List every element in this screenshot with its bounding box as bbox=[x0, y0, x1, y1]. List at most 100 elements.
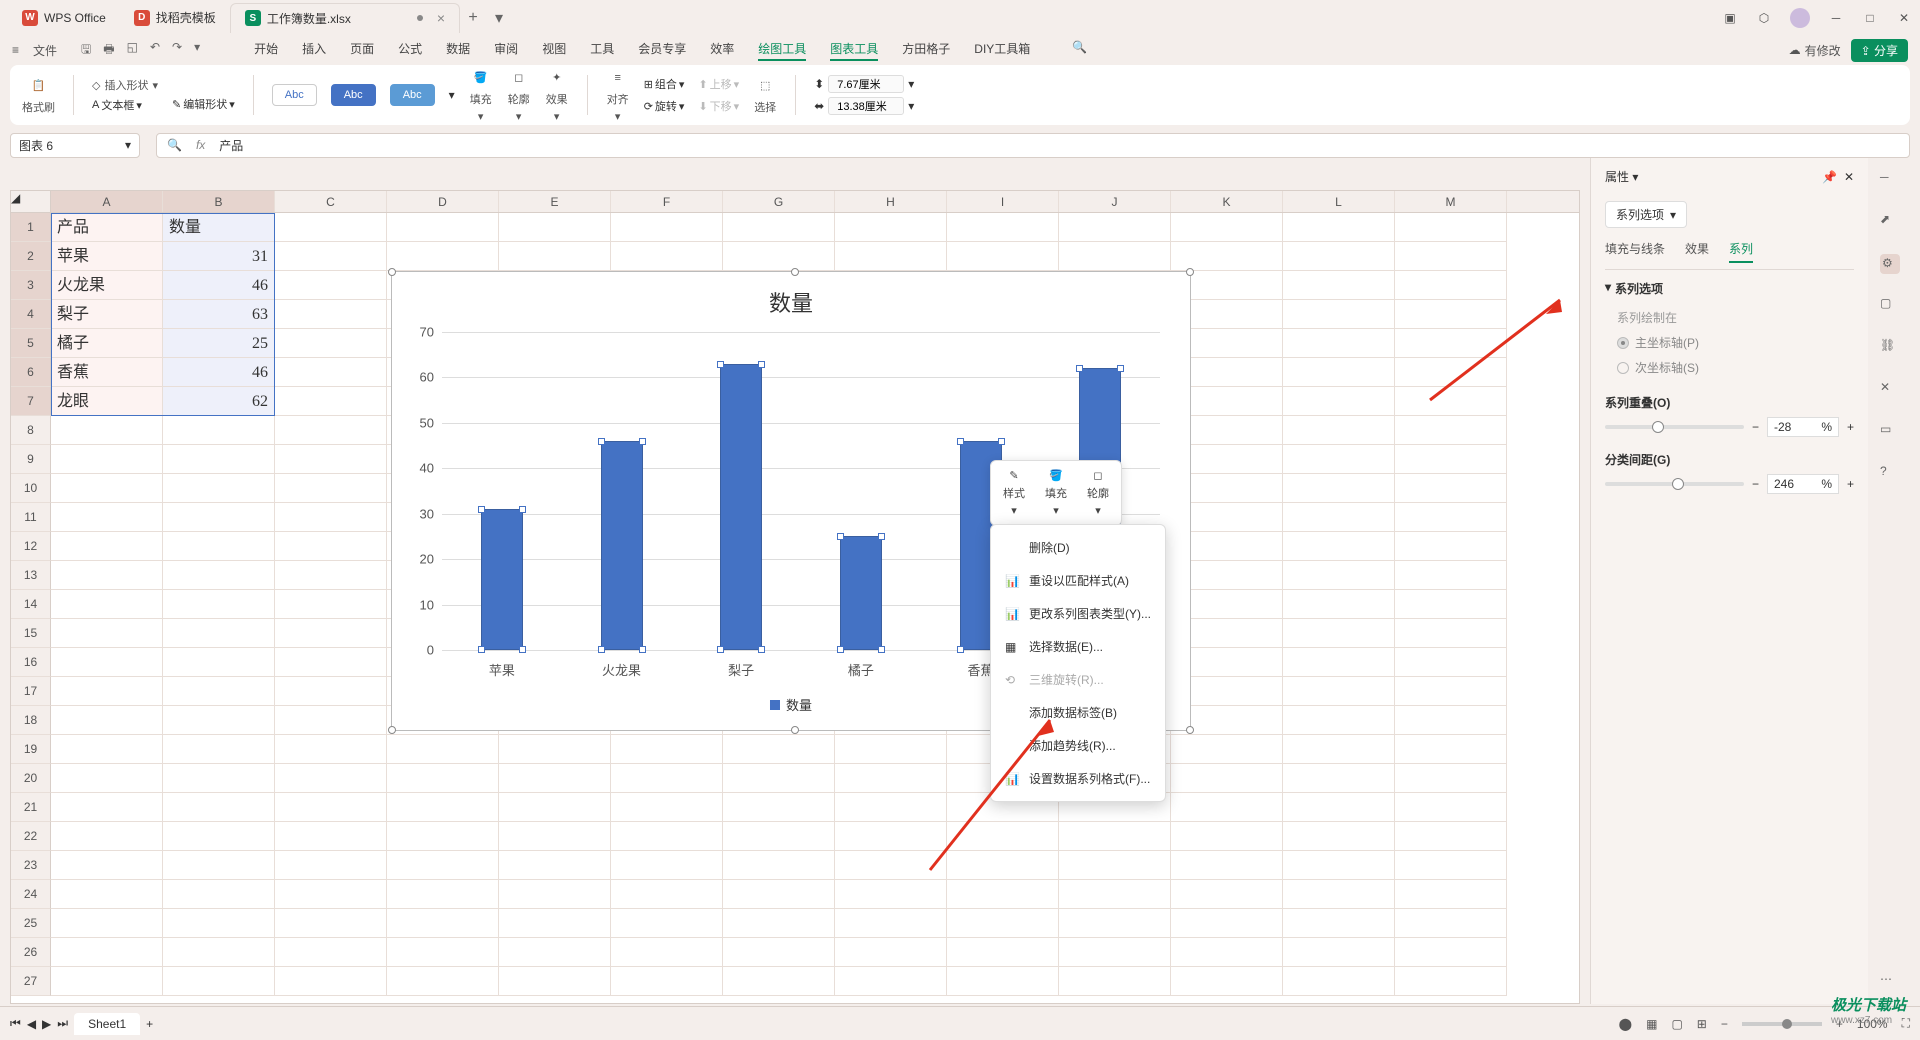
cell[interactable] bbox=[1283, 590, 1395, 619]
cell[interactable] bbox=[1283, 938, 1395, 967]
overlap-slider[interactable] bbox=[1605, 425, 1744, 429]
row-header[interactable]: 15 bbox=[11, 619, 51, 648]
print-icon[interactable]: 🖶 bbox=[103, 40, 114, 61]
cell[interactable]: 46 bbox=[163, 271, 275, 300]
ctx-select-data[interactable]: ▦选择数据(E)... bbox=[991, 630, 1165, 663]
cell[interactable] bbox=[1395, 764, 1507, 793]
cell[interactable] bbox=[947, 851, 1059, 880]
cell[interactable] bbox=[51, 474, 163, 503]
cell[interactable] bbox=[1059, 822, 1171, 851]
sheet-nav-first[interactable]: ⏮ bbox=[10, 1016, 21, 1031]
cell[interactable] bbox=[499, 764, 611, 793]
cell[interactable] bbox=[51, 561, 163, 590]
cell[interactable] bbox=[51, 445, 163, 474]
cell[interactable] bbox=[1395, 619, 1507, 648]
cell[interactable] bbox=[1283, 619, 1395, 648]
row-header[interactable]: 21 bbox=[11, 793, 51, 822]
format-painter[interactable]: 📋格式刷 bbox=[22, 76, 55, 115]
cell[interactable] bbox=[611, 967, 723, 996]
cell[interactable] bbox=[1283, 648, 1395, 677]
height-input[interactable] bbox=[828, 75, 904, 93]
tab-menu-button[interactable]: ▾ bbox=[486, 5, 512, 31]
cell[interactable] bbox=[947, 880, 1059, 909]
row-header[interactable]: 20 bbox=[11, 764, 51, 793]
close-icon[interactable]: × bbox=[437, 10, 445, 26]
cell[interactable] bbox=[1395, 793, 1507, 822]
col-header-F[interactable]: F bbox=[611, 191, 723, 212]
cell[interactable] bbox=[835, 213, 947, 242]
share-button[interactable]: ⇪ 分享 bbox=[1851, 39, 1908, 62]
cell[interactable] bbox=[835, 967, 947, 996]
search-icon[interactable]: 🔍 bbox=[1072, 40, 1087, 61]
row-header[interactable]: 12 bbox=[11, 532, 51, 561]
save-icon[interactable]: 🖫 bbox=[81, 40, 91, 61]
col-header-J[interactable]: J bbox=[1059, 191, 1171, 212]
cell[interactable] bbox=[1395, 590, 1507, 619]
cell[interactable] bbox=[275, 387, 387, 416]
cell[interactable] bbox=[723, 242, 835, 271]
tab-insert[interactable]: 插入 bbox=[302, 40, 326, 61]
row-header[interactable]: 22 bbox=[11, 822, 51, 851]
cell[interactable] bbox=[947, 242, 1059, 271]
ctx-reset-style[interactable]: 📊重设以匹配样式(A) bbox=[991, 564, 1165, 597]
tab-fangtian[interactable]: 方田格子 bbox=[902, 40, 950, 61]
tab-diy[interactable]: DIY工具箱 bbox=[974, 40, 1030, 61]
cell[interactable] bbox=[163, 648, 275, 677]
cell[interactable] bbox=[275, 677, 387, 706]
cell[interactable] bbox=[51, 416, 163, 445]
tools-rail-icon[interactable]: ✕ bbox=[1880, 380, 1900, 400]
overlap-minus[interactable]: − bbox=[1752, 420, 1759, 434]
cell[interactable] bbox=[275, 358, 387, 387]
cell[interactable] bbox=[51, 648, 163, 677]
align-button[interactable]: ≡对齐▾ bbox=[606, 68, 630, 123]
cell[interactable] bbox=[723, 880, 835, 909]
cell[interactable] bbox=[275, 329, 387, 358]
cell[interactable] bbox=[275, 590, 387, 619]
cell[interactable] bbox=[499, 793, 611, 822]
cell[interactable] bbox=[1283, 822, 1395, 851]
col-header-E[interactable]: E bbox=[499, 191, 611, 212]
window-layout-icon[interactable]: ▣ bbox=[1722, 10, 1738, 26]
cell[interactable] bbox=[1395, 387, 1507, 416]
formula-content[interactable]: 产品 bbox=[219, 137, 243, 154]
cell[interactable] bbox=[1171, 793, 1283, 822]
rp-tab-series[interactable]: 系列 bbox=[1729, 240, 1753, 263]
spreadsheet[interactable]: ◢ A B C D E F G H I J K L M 1产品数量2苹果313火… bbox=[10, 190, 1580, 1004]
col-header-D[interactable]: D bbox=[387, 191, 499, 212]
chart-title[interactable]: 数量 bbox=[392, 272, 1190, 318]
row-header[interactable]: 2 bbox=[11, 242, 51, 271]
cell[interactable] bbox=[611, 735, 723, 764]
edit-shape[interactable]: ✎ 编辑形状▾ bbox=[172, 96, 235, 112]
cell[interactable] bbox=[723, 851, 835, 880]
tab-data[interactable]: 数据 bbox=[446, 40, 470, 61]
cell[interactable] bbox=[1395, 445, 1507, 474]
cell[interactable] bbox=[51, 503, 163, 532]
cell[interactable] bbox=[1283, 474, 1395, 503]
cell[interactable] bbox=[163, 909, 275, 938]
style-preset-1[interactable]: Abc bbox=[272, 84, 317, 106]
link-rail-icon[interactable]: ⛓ bbox=[1880, 338, 1900, 358]
cell[interactable] bbox=[835, 909, 947, 938]
cell[interactable] bbox=[1171, 938, 1283, 967]
cell[interactable] bbox=[1171, 242, 1283, 271]
row-header[interactable]: 5 bbox=[11, 329, 51, 358]
select-button[interactable]: ⬚选择 bbox=[753, 76, 777, 115]
add-sheet-button[interactable]: + bbox=[146, 1017, 153, 1031]
cell[interactable] bbox=[1283, 445, 1395, 474]
cell[interactable] bbox=[1395, 474, 1507, 503]
cell[interactable] bbox=[163, 445, 275, 474]
cell[interactable] bbox=[723, 793, 835, 822]
pin-icon[interactable]: 📌 bbox=[1822, 170, 1837, 184]
cell[interactable] bbox=[51, 967, 163, 996]
row-header[interactable]: 7 bbox=[11, 387, 51, 416]
cell[interactable]: 龙眼 bbox=[51, 387, 163, 416]
cell[interactable] bbox=[163, 851, 275, 880]
cell[interactable] bbox=[835, 822, 947, 851]
cell[interactable] bbox=[51, 909, 163, 938]
mini-outline[interactable]: ◻轮廓▾ bbox=[1079, 467, 1117, 519]
cell[interactable] bbox=[1395, 851, 1507, 880]
tab-review[interactable]: 审阅 bbox=[494, 40, 518, 61]
cell[interactable] bbox=[1283, 967, 1395, 996]
cell[interactable] bbox=[1283, 329, 1395, 358]
col-header-G[interactable]: G bbox=[723, 191, 835, 212]
